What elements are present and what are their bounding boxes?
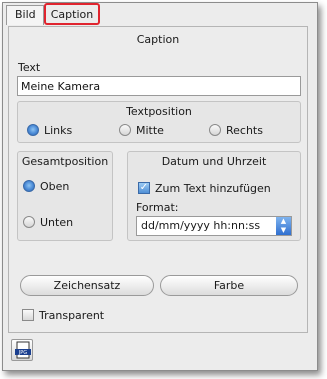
- radio-unten[interactable]: Unten: [23, 216, 73, 230]
- add-date-checkbox[interactable]: ✓: [138, 182, 150, 194]
- radio-unten-label: Unten: [40, 216, 74, 229]
- datum-header: Datum und Uhrzeit: [161, 155, 267, 168]
- radio-mitte-label: Mitte: [136, 124, 164, 137]
- svg-text:JPG: JPG: [18, 350, 27, 356]
- format-select[interactable]: dd/mm/yyyy hh:nn:ss ▲ ▼: [136, 216, 292, 236]
- radio-mitte[interactable]: Mitte: [119, 124, 164, 138]
- radio-button[interactable]: [119, 124, 131, 136]
- add-date-label: Zum Text hinzufügen: [155, 182, 271, 195]
- caption-header: Caption: [136, 33, 180, 46]
- caption-settings-window: Bild Caption Caption Text Textposition L…: [2, 2, 318, 371]
- tab-bild[interactable]: Bild: [6, 5, 44, 25]
- tab-caption[interactable]: Caption: [44, 3, 100, 25]
- tab-strip: Bild Caption: [3, 3, 317, 25]
- gesamtposition-group: Gesamtposition Oben Unten: [17, 151, 113, 241]
- format-label: Format:: [136, 201, 179, 214]
- radio-button-selected[interactable]: [23, 180, 35, 192]
- radio-links[interactable]: Links: [27, 124, 72, 138]
- transparent-label: Transparent: [39, 309, 105, 322]
- radio-rechts-label: Rechts: [226, 124, 263, 137]
- format-select-value: dd/mm/yyyy hh:nn:ss: [141, 219, 261, 232]
- textposition-header: Textposition: [126, 105, 192, 118]
- radio-oben-label: Oben: [40, 180, 70, 193]
- radio-oben[interactable]: Oben: [23, 180, 69, 194]
- datum-group: Datum und Uhrzeit ✓ Zum Text hinzufügen F…: [127, 151, 301, 241]
- radio-button[interactable]: [23, 216, 35, 228]
- transparent-checkbox-row[interactable]: Transparent: [22, 309, 104, 323]
- radio-links-label: Links: [44, 124, 73, 137]
- radio-rechts[interactable]: Rechts: [209, 124, 263, 138]
- transparent-checkbox[interactable]: [22, 309, 34, 321]
- farbe-button[interactable]: Farbe: [160, 275, 298, 296]
- caption-panel: Caption Text Textposition Links Mitte Re…: [8, 26, 308, 333]
- caption-text-input[interactable]: [17, 76, 301, 96]
- select-arrows-icon[interactable]: ▲ ▼: [276, 217, 291, 235]
- text-label: Text: [18, 61, 41, 74]
- textposition-group: Textposition Links Mitte Rechts: [17, 101, 301, 143]
- gesamtposition-header: Gesamtposition: [21, 155, 109, 168]
- radio-button-selected[interactable]: [27, 124, 39, 136]
- add-date-checkbox-row[interactable]: ✓ Zum Text hinzufügen: [138, 182, 271, 196]
- zeichensatz-button[interactable]: Zeichensatz: [20, 275, 154, 296]
- radio-button[interactable]: [209, 124, 221, 136]
- jpg-file-icon[interactable]: JPG: [11, 339, 33, 361]
